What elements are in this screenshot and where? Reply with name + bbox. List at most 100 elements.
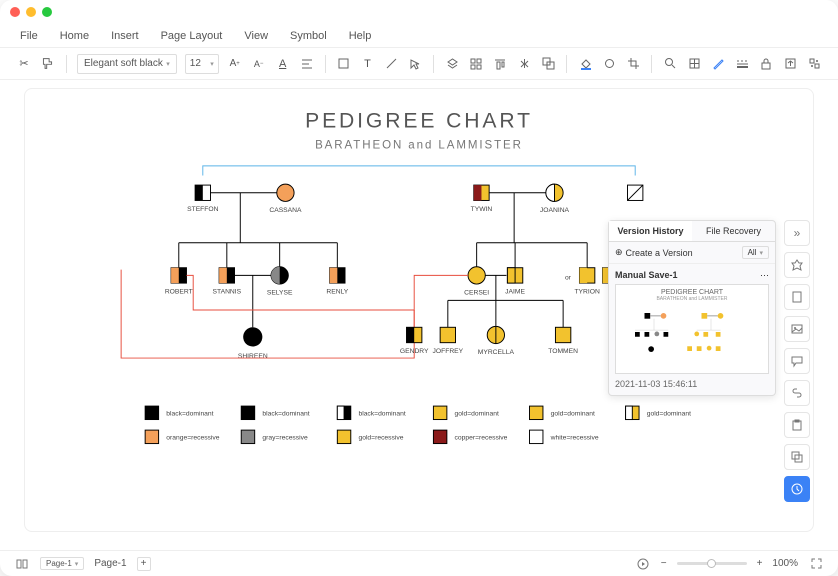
style-icon[interactable] [734,56,750,72]
menu-insert[interactable]: Insert [111,30,139,42]
svg-text:black=dominant: black=dominant [166,411,213,418]
svg-text:CASSANA: CASSANA [269,207,302,214]
rectangle-icon[interactable] [336,56,352,72]
underline-icon[interactable]: A [275,56,291,72]
layers2-icon[interactable] [784,444,810,470]
shape-icon[interactable] [601,56,617,72]
close-window[interactable] [10,7,20,17]
lock-icon[interactable] [758,56,774,72]
zoom-level[interactable]: 100% [772,558,798,569]
history-icon[interactable] [784,476,810,502]
fill-icon[interactable] [577,56,593,72]
add-page-button[interactable]: + [137,557,151,571]
comment-icon[interactable] [784,348,810,374]
maximize-window[interactable] [42,7,52,17]
zoom-out[interactable]: − [661,558,667,569]
menu-view[interactable]: View [244,30,268,42]
menu-file[interactable]: File [20,30,38,42]
chart-subtitle: BARATHEON and LAMMISTER [315,140,523,152]
minimize-window[interactable] [26,7,36,17]
menu-page-layout[interactable]: Page Layout [161,30,223,42]
filter-dropdown[interactable]: All▾ [742,246,769,259]
page-tab[interactable]: Page-1 [94,558,126,569]
zoom-slider[interactable] [677,562,747,565]
menu-symbol[interactable]: Symbol [290,30,327,42]
version-panel: Version History File Recovery ⊕Create a … [608,220,776,396]
svg-text:RENLY: RENLY [326,289,348,296]
line-icon[interactable] [384,56,400,72]
svg-text:or: or [565,274,572,281]
svg-text:JAIME: JAIME [505,289,525,296]
save-title: Manual Save-1 [615,270,678,281]
svg-text:TOMMEN: TOMMEN [548,348,578,355]
size-select[interactable]: 12▾ [185,54,219,74]
format-painter-icon[interactable] [40,56,56,72]
export-icon[interactable] [782,56,798,72]
cut-icon[interactable]: ✂ [16,56,32,72]
menu-bar: File Home Insert Page Layout View Symbol… [0,24,838,48]
flip-icon[interactable] [516,56,532,72]
table-icon[interactable] [686,56,702,72]
fullscreen-icon[interactable] [808,556,824,572]
svg-text:JOFFREY: JOFFREY [433,348,464,355]
font-size: 12 [190,58,201,69]
svg-text:TYWIN: TYWIN [471,206,493,213]
cursor-icon[interactable] [408,56,424,72]
canvas[interactable]: PEDIGREE CHART BARATHEON and LAMMISTER S… [0,80,838,550]
chart-title: PEDIGREE CHART [305,109,533,132]
timestamp: 2021-11-03 15:46:11 [615,379,769,389]
text-icon[interactable]: T [360,56,376,72]
right-sidebar: » [784,220,810,502]
menu-home[interactable]: Home [60,30,89,42]
page-icon[interactable] [784,284,810,310]
tab-file-recovery[interactable]: File Recovery [692,221,775,241]
svg-text:white=recessive: white=recessive [550,435,599,442]
layers-icon[interactable] [444,56,460,72]
theme-icon[interactable] [784,252,810,278]
svg-text:CERSEI: CERSEI [464,290,489,297]
titlebar [0,0,838,24]
font-name: Elegant soft black [84,58,163,69]
svg-text:gray=recessive: gray=recessive [262,435,308,442]
decrease-font-icon[interactable]: A− [251,56,267,72]
increase-font-icon[interactable]: A+ [227,56,243,72]
font-select[interactable]: Elegant soft black▾ [77,54,177,74]
pen-icon[interactable] [710,56,726,72]
create-version-button[interactable]: Create a Version [626,248,693,258]
svg-text:JOANINA: JOANINA [540,207,570,214]
svg-text:TYRION: TYRION [574,289,600,296]
status-bar: Page-1▾ Page-1 + − + 100% [0,550,838,576]
svg-text:SHIREEN: SHIREEN [238,353,268,360]
presentation-icon[interactable] [635,556,651,572]
tab-version-history[interactable]: Version History [609,221,692,241]
svg-text:MYRCELLA: MYRCELLA [478,349,515,356]
collapse-icon[interactable]: » [784,220,810,246]
svg-text:gold=dominant: gold=dominant [551,411,595,418]
align-objects-icon[interactable] [492,56,508,72]
svg-text:ROBERT: ROBERT [165,289,193,296]
menu-help[interactable]: Help [349,30,372,42]
version-thumbnail[interactable]: PEDIGREE CHART BARATHEON and LAMMISTER [615,284,769,374]
search-icon[interactable] [662,56,678,72]
plus-circle-icon: ⊕ [615,247,623,258]
svg-text:gold=dominant: gold=dominant [455,411,499,418]
page-select[interactable]: Page-1▾ [40,557,84,570]
align-icon[interactable] [299,56,315,72]
crop-icon[interactable] [625,56,641,72]
clipboard-icon[interactable] [784,412,810,438]
settings-icon[interactable] [806,56,822,72]
svg-text:orange=recessive: orange=recessive [166,435,219,442]
svg-text:SELYSE: SELYSE [267,290,293,297]
toolbar: ✂ Elegant soft black▾ 12▾ A+ A− A T [0,48,838,80]
link-icon[interactable] [784,380,810,406]
svg-text:STEFFON: STEFFON [187,206,219,213]
svg-text:copper=recessive: copper=recessive [455,435,508,442]
image-icon[interactable] [784,316,810,342]
more-icon[interactable]: ⋯ [760,270,769,281]
grid-icon[interactable] [468,56,484,72]
pages-icon[interactable] [14,556,30,572]
svg-text:STANNIS: STANNIS [213,289,242,296]
group-icon[interactable] [540,56,556,72]
zoom-in[interactable]: + [757,558,763,569]
svg-text:GENDRY: GENDRY [400,348,429,355]
